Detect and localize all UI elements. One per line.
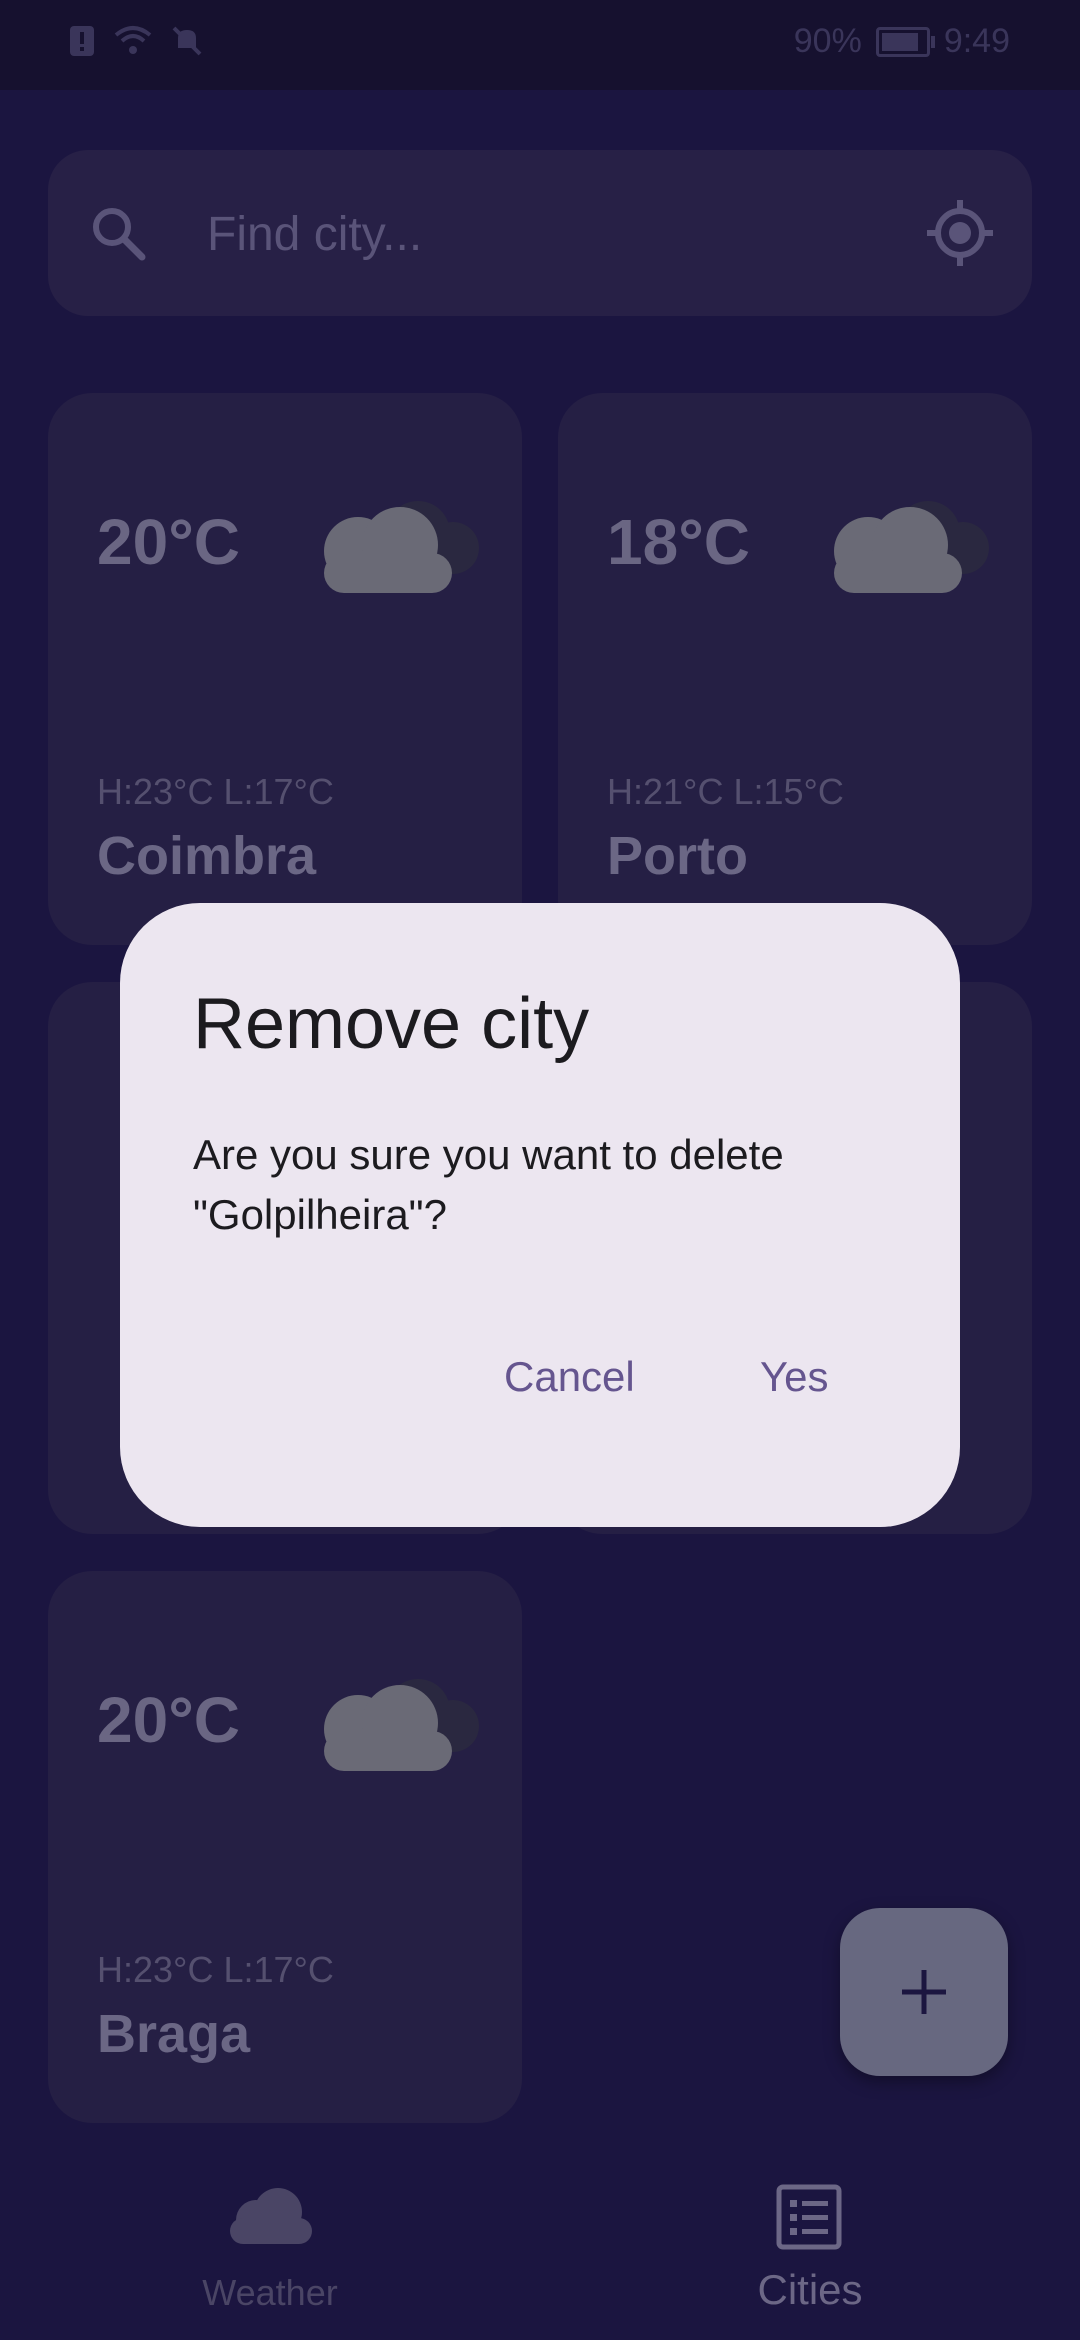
remove-city-dialog: Remove city Are you sure you want to del… (120, 903, 960, 1527)
cancel-button[interactable]: Cancel (504, 1353, 635, 1401)
dialog-message: Are you sure you want to delete "Golpilh… (193, 1131, 784, 1238)
yes-button[interactable]: Yes (760, 1353, 829, 1401)
dialog-title: Remove city (193, 984, 590, 1064)
